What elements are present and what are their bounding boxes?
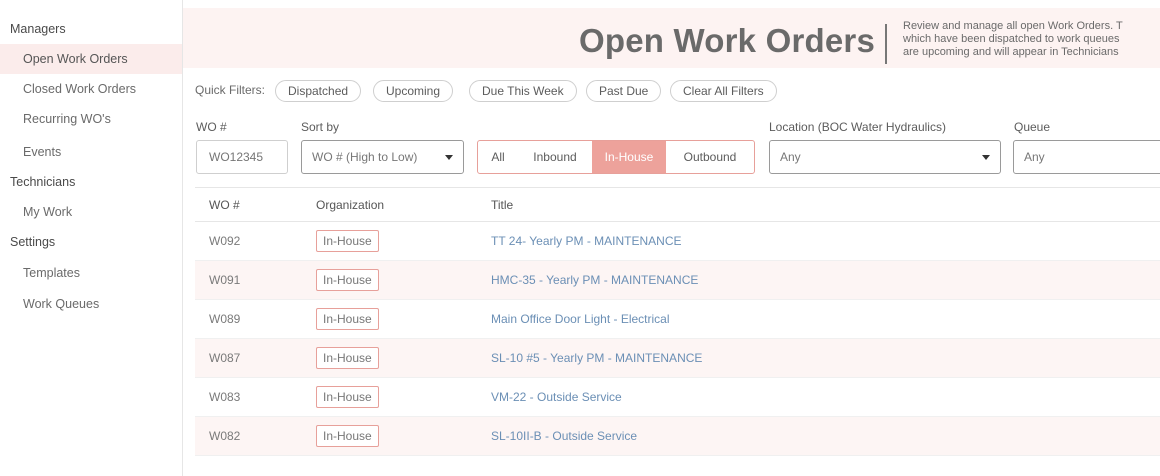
sort-by-label: Sort by — [301, 120, 340, 134]
wo-number-cell: W083 — [209, 390, 241, 404]
work-order-title-link[interactable]: SL-10 #5 - Yearly PM - MAINTENANCE — [491, 351, 702, 365]
sidebar-item-work-queues[interactable]: Work Queues — [0, 289, 182, 319]
direction-segmented-control: All Inbound In-House Outbound — [477, 140, 755, 174]
page-description-line: are upcoming and will appear in Technici… — [903, 46, 1119, 58]
table-header: WO # Organization Title — [195, 188, 1160, 222]
table-row[interactable]: W092 In-House TT 24- Yearly PM - MAINTEN… — [195, 222, 1160, 261]
wo-number-cell: W087 — [209, 351, 241, 365]
wo-number-label: WO # — [196, 120, 227, 134]
table-row[interactable]: W091 In-House HMC-35 - Yearly PM - MAINT… — [195, 261, 1160, 300]
sidebar-heading-technicians: Technicians — [10, 175, 76, 189]
work-orders-table: WO # Organization Title W092 In-House TT… — [195, 187, 1160, 456]
work-order-title-link[interactable]: VM-22 - Outside Service — [491, 390, 622, 404]
page-header: Open Work Orders Review and manage all o… — [183, 8, 1160, 68]
wo-number-cell: W092 — [209, 234, 241, 248]
sidebar-item-templates[interactable]: Templates — [0, 258, 182, 288]
organization-badge: In-House — [316, 425, 379, 447]
work-order-title-link[interactable]: TT 24- Yearly PM - MAINTENANCE — [491, 234, 682, 248]
work-order-title-link[interactable]: SL-10II-B - Outside Service — [491, 429, 637, 443]
segment-outbound[interactable]: Outbound — [666, 141, 754, 173]
location-select[interactable]: Any — [769, 140, 1001, 174]
organization-badge: In-House — [316, 347, 379, 369]
segment-inbound[interactable]: Inbound — [518, 141, 592, 173]
wo-number-cell: W091 — [209, 273, 241, 287]
filter-pill-clear-all[interactable]: Clear All Filters — [670, 80, 777, 102]
sort-by-value: WO # (High to Low) — [312, 150, 418, 164]
work-order-title-link[interactable]: Main Office Door Light - Electrical — [491, 312, 670, 326]
page-description-line: which have been dispatched to work queue… — [903, 33, 1120, 45]
queue-value: Any — [1024, 150, 1045, 164]
sidebar-item-closed-work-orders[interactable]: Closed Work Orders — [0, 74, 182, 104]
organization-badge: In-House — [316, 386, 379, 408]
sort-by-select[interactable]: WO # (High to Low) — [301, 140, 464, 174]
sidebar-item-events[interactable]: Events — [0, 137, 182, 167]
wo-number-cell: W089 — [209, 312, 241, 326]
chevron-down-icon — [982, 155, 990, 160]
wo-number-input[interactable] — [196, 140, 288, 174]
table-row[interactable]: W082 In-House SL-10II-B - Outside Servic… — [195, 417, 1160, 456]
quick-filters-label: Quick Filters: — [195, 83, 266, 97]
sidebar: Managers Open Work Orders Closed Work Or… — [0, 0, 183, 476]
chevron-down-icon — [445, 155, 453, 160]
sidebar-heading-settings: Settings — [10, 235, 56, 249]
main-content: Open Work Orders Review and manage all o… — [183, 0, 1160, 476]
location-value: Any — [780, 150, 801, 164]
filter-pill-upcoming[interactable]: Upcoming — [373, 80, 454, 102]
work-order-title-link[interactable]: HMC-35 - Yearly PM - MAINTENANCE — [491, 273, 698, 287]
page-description: Review and manage all open Work Orders. … — [903, 20, 1160, 59]
title-divider — [885, 24, 887, 64]
filter-pill-dispatched[interactable]: Dispatched — [275, 80, 362, 102]
table-row[interactable]: W087 In-House SL-10 #5 - Yearly PM - MAI… — [195, 339, 1160, 378]
sidebar-item-recurring-wos[interactable]: Recurring WO's — [0, 104, 182, 134]
location-label: Location (BOC Water Hydraulics) — [769, 120, 946, 134]
filter-pill-due-this-week[interactable]: Due This Week — [469, 80, 577, 102]
table-row[interactable]: W083 In-House VM-22 - Outside Service — [195, 378, 1160, 417]
segment-all[interactable]: All — [478, 141, 518, 173]
organization-badge: In-House — [316, 230, 379, 252]
organization-badge: In-House — [316, 269, 379, 291]
wo-number-cell: W082 — [209, 429, 241, 443]
column-header-title[interactable]: Title — [491, 198, 513, 212]
page-description-line: Review and manage all open Work Orders. … — [903, 20, 1123, 32]
queue-select[interactable]: Any — [1013, 140, 1160, 174]
column-header-wo[interactable]: WO # — [209, 198, 240, 212]
sidebar-heading-managers: Managers — [10, 22, 66, 36]
segment-in-house[interactable]: In-House — [592, 141, 666, 173]
sidebar-item-open-work-orders[interactable]: Open Work Orders — [0, 44, 182, 74]
page-title: Open Work Orders — [579, 22, 875, 59]
column-header-organization[interactable]: Organization — [316, 198, 384, 212]
filter-pill-past-due[interactable]: Past Due — [586, 80, 662, 102]
table-row[interactable]: W089 In-House Main Office Door Light - E… — [195, 300, 1160, 339]
queue-label: Queue — [1014, 120, 1051, 134]
organization-badge: In-House — [316, 308, 379, 330]
sidebar-item-my-work[interactable]: My Work — [0, 197, 182, 227]
